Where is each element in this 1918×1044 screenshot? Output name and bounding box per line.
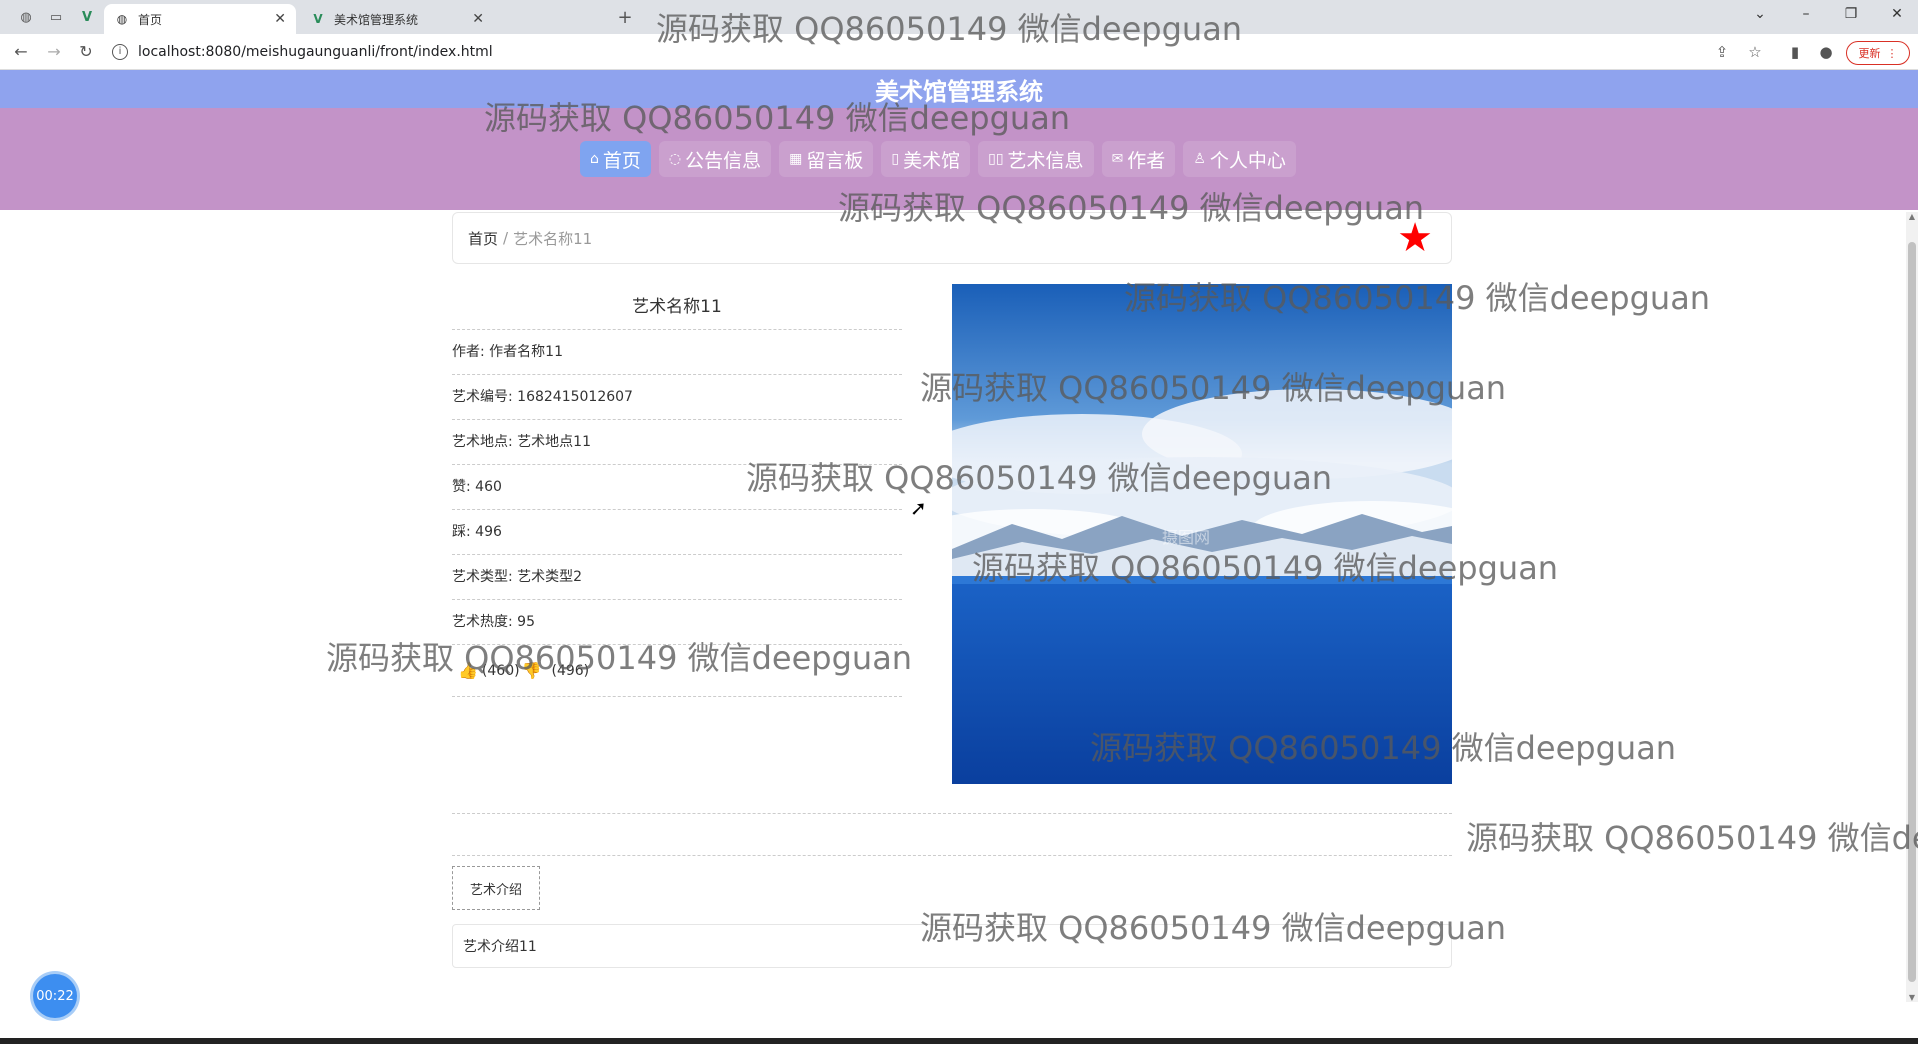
mail-icon: ✉ — [1111, 151, 1124, 167]
url-field[interactable]: i localhost:8080/meishugaunguanli/front/… — [112, 40, 1832, 64]
chevron-down-icon[interactable]: ⌄ — [1750, 6, 1770, 22]
nav-item-author[interactable]: ✉ 作者 — [1101, 141, 1176, 177]
browser-tab-bar: ◍ ▭ V ◍ 首页 ✕ V 美术馆管理系统 ✕ + ⌄ – ❐ ✕ — [0, 0, 1918, 34]
new-tab-icon[interactable]: + — [616, 7, 634, 28]
vote-row: 👍 (460) 👎 (496) — [452, 645, 902, 697]
close-icon[interactable]: ✕ — [472, 11, 484, 27]
side-panel-icon[interactable]: ▮ — [1785, 43, 1805, 61]
art-image: 摄图网 — [952, 284, 1452, 784]
taskbar-edge — [0, 1038, 1918, 1044]
vue-favicon-icon[interactable]: V — [78, 8, 96, 26]
browser-address-bar: ← → ↻ i localhost:8080/meishugaunguanli/… — [0, 34, 1918, 70]
mouse-cursor-icon: ➚ — [910, 496, 927, 520]
breadcrumb: 首页 / 艺术名称11 ★ — [452, 212, 1452, 264]
home-icon: ⌂ — [590, 151, 599, 167]
browser-profile-icon[interactable]: ◍ — [17, 8, 35, 26]
update-button[interactable]: 更新 ⋮ — [1846, 41, 1910, 65]
scroll-thumb[interactable] — [1908, 242, 1916, 982]
divider — [452, 855, 1452, 856]
detail-author: 作者: 作者名称11 — [452, 330, 902, 375]
nav-item-profile[interactable]: ♙ 个人中心 — [1183, 141, 1296, 177]
doc-icon: ▯ — [891, 151, 900, 167]
detail-type: 艺术类型: 艺术类型2 — [452, 555, 902, 600]
like-count: (460) — [481, 662, 520, 679]
board-icon: ▦ — [789, 151, 803, 167]
forward-icon[interactable]: → — [44, 42, 64, 62]
restore-icon[interactable]: ❐ — [1841, 6, 1861, 22]
art-detail-list: 艺术名称11 作者: 作者名称11 艺术编号: 1682415012607 艺术… — [452, 284, 902, 697]
user-icon: ♙ — [1193, 151, 1206, 167]
tab-search-icon[interactable]: ▭ — [47, 8, 65, 26]
scroll-up-icon[interactable]: ▲ — [1906, 212, 1918, 221]
dislike-count: (496) — [551, 662, 590, 679]
profile-avatar-icon[interactable]: ● — [1816, 43, 1836, 61]
close-icon[interactable]: ✕ — [274, 11, 286, 27]
page-scrollbar[interactable]: ▲ ▼ — [1906, 212, 1918, 1002]
globe-icon: ◍ — [116, 12, 128, 26]
main-nav: ⌂ 首页 ◌ 公告信息 ▦ 留言板 ▯ 美术馆 ▯▯ 艺术信息 ✉ 作者 ♙ 个人中心 — [0, 108, 1918, 210]
reload-icon[interactable]: ↻ — [76, 42, 96, 62]
detail-heat: 艺术热度: 95 — [452, 600, 902, 645]
site-title: 美术馆管理系统 — [875, 77, 1043, 106]
bell-icon: ◌ — [668, 151, 682, 167]
detail-likes: 赞: 460 — [452, 465, 902, 510]
more-menu-icon: ⋮ — [1886, 46, 1898, 60]
nav-item-gallery[interactable]: ▯ 美术馆 — [881, 141, 971, 177]
browser-tab-admin[interactable]: V 美术馆管理系统 ✕ — [300, 4, 494, 34]
art-intro-content: 艺术介绍11 — [452, 924, 1452, 968]
thumbs-up-icon[interactable]: 👍 — [458, 661, 478, 680]
nav-item-message-board[interactable]: ▦ 留言板 — [779, 141, 874, 177]
favorite-star-icon[interactable]: ★ — [1397, 218, 1433, 258]
divider — [452, 813, 1452, 814]
browser-tab-home[interactable]: ◍ 首页 ✕ — [104, 4, 296, 34]
art-title: 艺术名称11 — [452, 284, 902, 330]
share-icon[interactable]: ⇪ — [1712, 43, 1732, 61]
info-icon[interactable]: i — [112, 44, 128, 60]
nav-item-art-info[interactable]: ▯▯ 艺术信息 — [978, 141, 1094, 177]
thumbs-down-icon[interactable]: 👎 — [522, 661, 542, 680]
close-window-icon[interactable]: ✕ — [1887, 6, 1907, 22]
watermark-text: 源码获取 QQ86050149 微信deepguan — [1466, 819, 1918, 857]
book-icon: ▯▯ — [988, 151, 1004, 167]
detail-dislikes: 踩: 496 — [452, 510, 902, 555]
vue-icon: V — [313, 12, 323, 26]
site-header: 美术馆管理系统 — [0, 70, 1918, 108]
detail-code: 艺术编号: 1682415012607 — [452, 375, 902, 420]
nav-item-home[interactable]: ⌂ 首页 — [580, 141, 651, 177]
nav-item-notice[interactable]: ◌ 公告信息 — [658, 141, 772, 177]
breadcrumb-home[interactable]: 首页 — [468, 228, 498, 249]
minimize-icon[interactable]: – — [1796, 6, 1816, 22]
detail-location: 艺术地点: 艺术地点11 — [452, 420, 902, 465]
tab-art-intro[interactable]: 艺术介绍 — [452, 866, 540, 910]
recording-timer[interactable]: 00:22 — [33, 974, 77, 1018]
scroll-down-icon[interactable]: ▼ — [1906, 993, 1918, 1002]
back-icon[interactable]: ← — [11, 42, 31, 62]
image-watermark: 摄图网 — [1162, 528, 1211, 547]
bookmark-star-icon[interactable]: ☆ — [1745, 43, 1765, 61]
breadcrumb-current: 艺术名称11 — [513, 229, 593, 248]
